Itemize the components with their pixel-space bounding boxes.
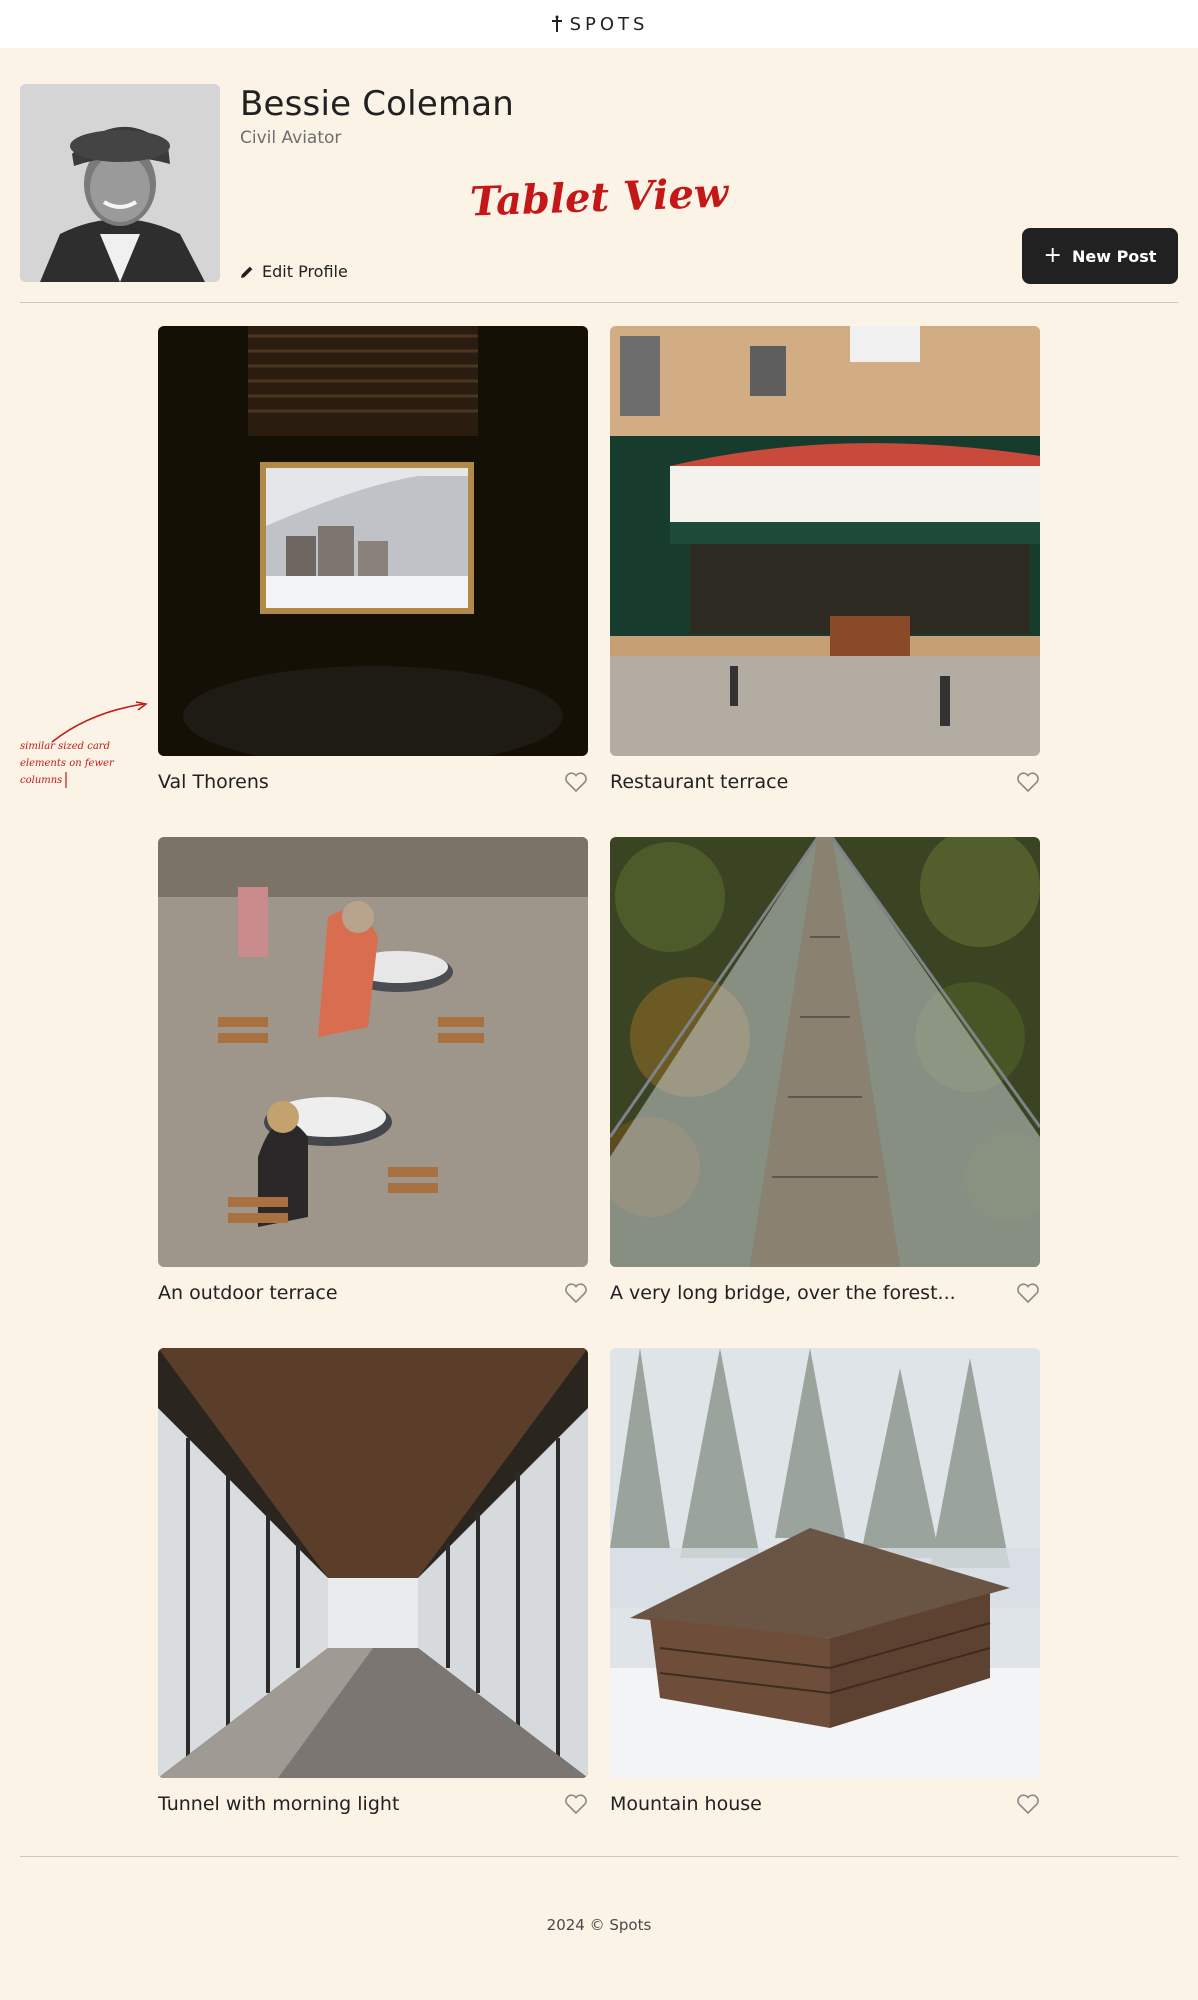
like-button[interactable] (1016, 771, 1040, 793)
edit-profile-button[interactable]: Edit Profile (240, 262, 348, 281)
new-post-label: New Post (1071, 246, 1157, 266)
divider (20, 302, 1178, 303)
restaurant-terrace-image (610, 326, 1040, 756)
card: A very long bridge, over the forest... (610, 837, 1040, 1348)
card: Mountain house (610, 1348, 1040, 1859)
heart-icon (565, 1794, 587, 1815)
avatar (20, 84, 220, 282)
card-image[interactable] (158, 1348, 588, 1778)
forest-bridge-image (610, 837, 1040, 1267)
top-bar: SPOTS (0, 0, 1198, 48)
cards-grid: Val Thorens Restaurant terrace An outdoo… (158, 326, 1040, 1859)
footer-copyright: 2024 © Spots (546, 1916, 652, 1934)
heart-icon (1017, 1794, 1039, 1815)
pencil-icon (241, 266, 253, 278)
card-title: An outdoor terrace (158, 1282, 338, 1304)
card: Tunnel with morning light (158, 1348, 588, 1859)
card: An outdoor terrace (158, 837, 588, 1348)
heart-icon (1017, 772, 1039, 793)
card-image[interactable] (610, 326, 1040, 756)
logo-text: SPOTS (569, 13, 649, 35)
spots-logo[interactable]: SPOTS (550, 14, 649, 35)
heart-icon (565, 1283, 587, 1304)
edit-profile-label: Edit Profile (262, 262, 348, 281)
heart-icon (1017, 1283, 1039, 1304)
divider (20, 1856, 1178, 1857)
avatar-photo (20, 84, 220, 282)
card-image[interactable] (158, 837, 588, 1267)
new-post-button[interactable]: + New Post (1022, 228, 1178, 284)
val-thorens-image (158, 326, 588, 756)
card-title: Restaurant terrace (610, 771, 789, 793)
like-button[interactable] (1016, 1282, 1040, 1304)
card: Restaurant terrace (610, 326, 1040, 837)
card: Val Thorens (158, 326, 588, 837)
card-title: Mountain house (610, 1793, 762, 1815)
profile-description: Civil Aviator (240, 128, 342, 148)
tunnel-image (158, 1348, 588, 1778)
card-image[interactable] (610, 1348, 1040, 1778)
card-image[interactable] (610, 837, 1040, 1267)
annotation-side-note: similar sized card elements on fewer col… (20, 741, 114, 786)
heart-icon (565, 772, 587, 793)
annotation-title: Tablet View (469, 169, 730, 226)
outdoor-terrace-image (158, 837, 588, 1267)
like-button[interactable] (1016, 1793, 1040, 1815)
mountain-house-image (610, 1348, 1040, 1778)
profile-name: Bessie Coleman (240, 84, 515, 124)
profile-section: Bessie Coleman Civil Aviator Edit Profil… (20, 84, 1178, 284)
like-button[interactable] (564, 1282, 588, 1304)
plus-icon: + (1043, 243, 1062, 268)
card-title: A very long bridge, over the forest... (610, 1282, 956, 1304)
like-button[interactable] (564, 1793, 588, 1815)
spots-logo-icon (551, 15, 562, 32)
card-title: Tunnel with morning light (158, 1793, 400, 1815)
card-title: Val Thorens (158, 771, 269, 793)
like-button[interactable] (564, 771, 588, 793)
card-image[interactable] (158, 326, 588, 756)
